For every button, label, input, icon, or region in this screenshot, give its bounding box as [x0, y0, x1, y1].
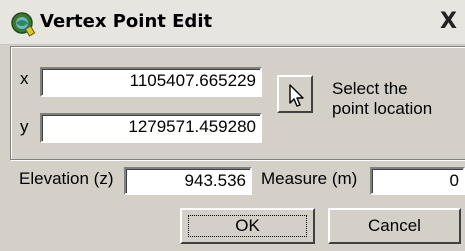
- y-coordinate-field[interactable]: 1279571.459280: [40, 113, 262, 143]
- elevation-label: Elevation (z): [19, 169, 114, 188]
- measure-label: Measure (m): [261, 169, 358, 188]
- window-title: Vertex Point Edit: [40, 11, 213, 32]
- x-label: x: [20, 69, 29, 88]
- x-coordinate-field[interactable]: 1105407.665229: [40, 67, 262, 97]
- pick-hint-line1: Select the: [332, 79, 408, 98]
- close-button[interactable]: X: [440, 8, 465, 36]
- cancel-button-label: Cancel: [368, 216, 421, 235]
- measure-field[interactable]: 0: [370, 167, 465, 195]
- globe-gear-icon: [11, 12, 36, 37]
- arrow-cursor-icon: [289, 84, 304, 107]
- ok-button[interactable]: OK: [180, 208, 315, 244]
- title-bar[interactable]: Vertex Point Edit X: [0, 0, 465, 45]
- select-point-button[interactable]: [277, 75, 313, 113]
- y-label: y: [20, 117, 29, 136]
- elevation-field[interactable]: 943.536: [124, 167, 252, 195]
- pick-hint-line2: point location: [332, 99, 433, 118]
- focus-rectangle: [188, 215, 307, 237]
- cancel-button[interactable]: Cancel: [328, 208, 461, 244]
